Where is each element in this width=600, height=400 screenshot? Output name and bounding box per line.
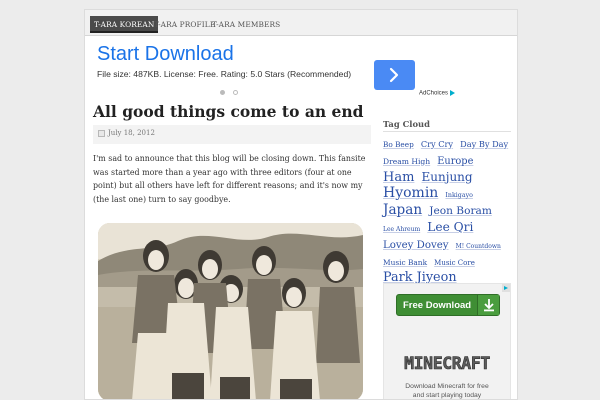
minecraft-ad[interactable]: Free Download MINECRAFT Download Minecra…	[383, 283, 511, 399]
tag-link[interactable]: M! Countdown	[456, 243, 501, 250]
page-container: T-ARA KOREAN T-ARA PROFILE T-ARA MEMBERS…	[84, 9, 518, 400]
adchoices-corner-icon[interactable]	[502, 284, 510, 292]
free-download-label: Free Download	[403, 300, 472, 311]
nav-item-tara-korean[interactable]: T-ARA KOREAN	[90, 16, 159, 33]
caption-line-1: Download Minecraft for free	[405, 383, 489, 390]
tag-link[interactable]: Music Bank	[383, 258, 427, 267]
caption-line-2: and start playing today	[412, 392, 482, 399]
tag-link[interactable]: Music Core	[434, 259, 475, 267]
tag-link[interactable]: Europe	[437, 156, 473, 167]
tag-link[interactable]: Jeon Boram	[429, 205, 492, 217]
tag-link[interactable]: Cry Cry	[421, 139, 453, 149]
tag-link[interactable]: Dream High	[383, 157, 430, 166]
adchoices-icon	[450, 90, 456, 96]
post-photo	[98, 223, 363, 399]
ad-title[interactable]: Start Download	[97, 43, 234, 66]
top-ad-banner[interactable]: Start Download File size: 487KB. License…	[93, 42, 513, 98]
svg-text:MINECRAFT: MINECRAFT	[404, 354, 490, 373]
carousel-dot-active[interactable]	[220, 90, 225, 95]
tag-link[interactable]: Eunjung	[422, 170, 473, 184]
carousel-dot[interactable]	[233, 90, 239, 95]
main-nav: T-ARA KOREAN T-ARA PROFILE T-ARA MEMBERS	[85, 10, 517, 36]
post-date: July 18, 2012	[108, 129, 155, 137]
minecraft-ad-caption: Download Minecraft for free and start pl…	[384, 382, 510, 399]
tag-link[interactable]: Japan	[383, 202, 422, 218]
minecraft-logo: MINECRAFT	[388, 353, 506, 374]
tag-link[interactable]: Lee Qri	[427, 220, 473, 234]
tag-link[interactable]: Lovey Dovey	[383, 240, 449, 251]
sidebar-divider	[383, 131, 511, 132]
post-meta: July 18, 2012	[93, 125, 371, 144]
adchoices-link[interactable]: AdChoices	[419, 90, 456, 97]
tag-link[interactable]: Inkigayo	[445, 192, 473, 200]
nav-item-tara-members[interactable]: T-ARA MEMBERS	[208, 16, 284, 33]
post-title[interactable]: All good things come to an end	[93, 102, 364, 121]
download-icon	[477, 295, 499, 315]
post-body: I'm sad to announce that this blog will …	[93, 154, 366, 204]
tag-link[interactable]: Day By Day	[460, 139, 508, 149]
adchoices-label: AdChoices	[419, 90, 449, 97]
tag-link[interactable]: Hyomin	[383, 185, 438, 201]
group-photo-illustration	[98, 223, 363, 399]
chevron-right-icon	[389, 67, 399, 83]
tag-link[interactable]: Bo Beep	[383, 140, 414, 149]
ad-description: File size: 487KB. License: Free. Rating:…	[97, 69, 352, 79]
calendar-icon	[98, 130, 105, 137]
tag-link[interactable]: Ham	[383, 170, 414, 185]
tag-cloud-title: Tag Cloud	[383, 119, 431, 129]
ad-next-button[interactable]	[374, 60, 415, 90]
free-download-button[interactable]: Free Download	[396, 294, 500, 316]
tag-link[interactable]: Lee Ahreum	[383, 226, 420, 233]
